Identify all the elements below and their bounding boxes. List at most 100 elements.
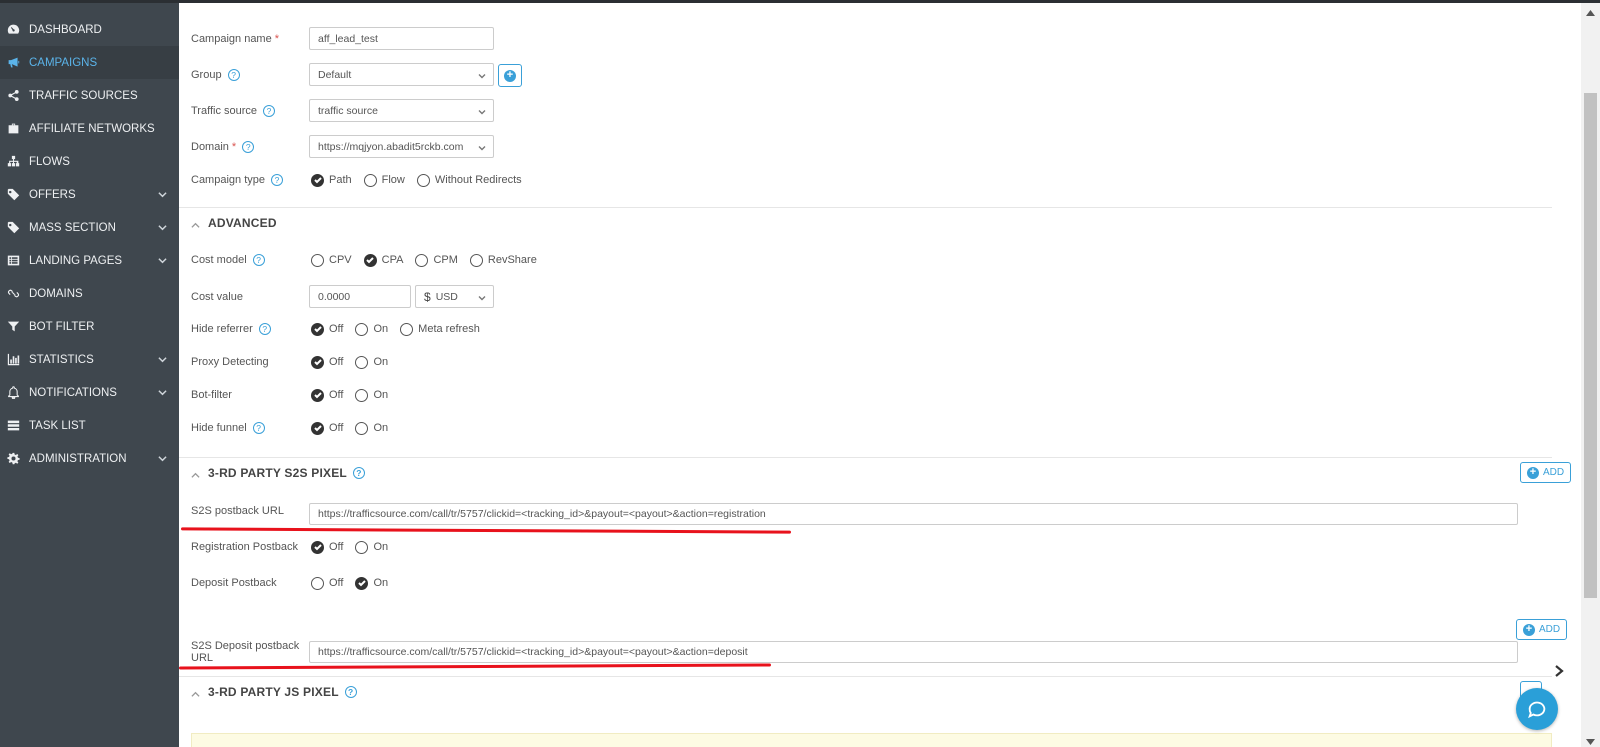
campaign-type-path[interactable]: Path — [311, 173, 352, 187]
chevron-down-icon — [158, 256, 167, 265]
cost-model-label: Cost model? — [191, 252, 265, 268]
plus-circle-icon: + — [504, 69, 516, 82]
sidebar-item-offers[interactable]: OFFERS — [0, 178, 179, 211]
hide-referrer-options: Off On Meta refresh — [311, 321, 492, 337]
js-pixel-section-header[interactable]: 3-RD PARTY JS PIXEL? — [191, 684, 357, 700]
registration-postback-off[interactable]: Off — [311, 540, 343, 554]
help-icon[interactable]: ? — [271, 174, 283, 186]
sidebar-item-traffic-sources[interactable]: TRAFFIC SOURCES — [0, 79, 179, 112]
chevron-down-icon — [158, 355, 167, 364]
scroll-down-icon[interactable] — [1586, 736, 1595, 745]
sidebar-item-notifications[interactable]: NOTIFICATIONS — [0, 376, 179, 409]
group-select[interactable]: Default — [309, 63, 494, 86]
cost-model-cpm[interactable]: CPM — [415, 253, 458, 267]
hide-funnel-options: Off On — [311, 420, 400, 436]
sidebar-item-landing-pages[interactable]: LANDING PAGES — [0, 244, 179, 277]
hide-referrer-meta-refresh[interactable]: Meta refresh — [400, 322, 480, 336]
hide-funnel-off[interactable]: Off — [311, 421, 343, 435]
sidebar-item-administration[interactable]: ADMINISTRATION — [0, 442, 179, 475]
deposit-postback-off[interactable]: Off — [311, 576, 343, 590]
help-icon[interactable]: ? — [227, 69, 240, 81]
cost-model-cpa[interactable]: CPA — [363, 253, 403, 267]
sidebar-item-bot-filter[interactable]: BOT FILTER — [0, 310, 179, 343]
s2s-postback-url-input[interactable]: https://trafficsource.com/call/tr/5757/c… — [309, 503, 1518, 525]
help-icon[interactable]: ? — [352, 467, 365, 479]
hide-referrer-on[interactable]: On — [355, 322, 388, 336]
sidebar-item-domains[interactable]: DOMAINS — [0, 277, 179, 310]
help-icon[interactable]: ? — [242, 141, 255, 153]
chevron-down-icon — [478, 107, 486, 115]
chevron-down-icon — [478, 293, 486, 301]
sidebar-item-task-list[interactable]: TASK LIST — [0, 409, 179, 442]
proxy-detecting-off[interactable]: Off — [311, 355, 343, 369]
sidebar-item-label: ADMINISTRATION — [29, 452, 127, 465]
chevron-right-icon[interactable] — [1553, 664, 1565, 678]
registration-postback-on[interactable]: On — [355, 540, 388, 554]
campaign-name-label: Campaign name * — [191, 33, 279, 45]
campaign-name-input[interactable]: aff_lead_test — [309, 27, 494, 50]
chevron-down-icon — [478, 143, 486, 151]
help-icon[interactable]: ? — [252, 422, 265, 434]
bar-chart-icon — [6, 353, 20, 367]
deposit-postback-label: Deposit Postback — [191, 577, 277, 589]
campaign-type-label: Campaign type? — [191, 172, 283, 188]
radio-icon — [415, 253, 429, 267]
bot-filter-off[interactable]: Off — [311, 388, 343, 402]
chevron-up-icon — [191, 469, 200, 478]
sidebar-item-statistics[interactable]: STATISTICS — [0, 343, 179, 376]
advanced-section-header[interactable]: ADVANCED — [191, 215, 277, 231]
traffic-source-select[interactable]: traffic source — [309, 99, 494, 122]
share-icon — [6, 89, 20, 103]
add-group-button[interactable]: + — [498, 64, 522, 87]
radio-icon — [363, 173, 377, 187]
traffic-source-label: Traffic source? — [191, 103, 276, 119]
sidebar-item-affiliate-networks[interactable]: AFFILIATE NETWORKS — [0, 112, 179, 145]
sidebar-item-flows[interactable]: FLOWS — [0, 145, 179, 178]
sidebar-item-label: STATISTICS — [29, 353, 94, 366]
radio-checked-icon — [311, 322, 324, 336]
cost-model-revshare[interactable]: RevShare — [469, 253, 537, 267]
list-icon — [6, 254, 20, 268]
scrollbar-thumb[interactable] — [1584, 93, 1597, 598]
sidebar-item-campaigns[interactable]: CAMPAIGNS — [0, 46, 179, 79]
hide-referrer-off[interactable]: Off — [311, 322, 343, 336]
radio-checked-icon — [311, 421, 324, 435]
sidebar-item-dashboard[interactable]: DASHBOARD — [0, 13, 179, 46]
campaign-type-without-redirects[interactable]: Without Redirects — [416, 173, 522, 187]
help-icon[interactable]: ? — [344, 686, 357, 698]
bot-filter-on[interactable]: On — [355, 388, 388, 402]
plus-circle-icon: + — [1523, 623, 1535, 636]
proxy-detecting-on[interactable]: On — [355, 355, 388, 369]
help-icon[interactable]: ? — [263, 105, 276, 117]
radio-icon — [355, 355, 369, 369]
s2s-pixel-section-header[interactable]: 3-RD PARTY S2S PIXEL? — [191, 465, 365, 481]
add-deposit-postback-button[interactable]: + ADD — [1516, 619, 1568, 640]
sidebar-item-mass-section[interactable]: MASS SECTION — [0, 211, 179, 244]
add-s2s-pixel-button[interactable]: + ADD — [1520, 462, 1572, 483]
cost-model-cpv[interactable]: CPV — [311, 253, 352, 267]
radio-icon — [355, 421, 369, 435]
group-label: Group? — [191, 67, 240, 83]
bell-icon — [6, 386, 20, 400]
cost-value-input[interactable]: 0.0000 — [309, 285, 411, 308]
sidebar-item-label: TRAFFIC SOURCES — [29, 89, 138, 102]
help-icon[interactable]: ? — [258, 323, 271, 335]
domain-select[interactable]: https://mqjyon.abadit5rckb.com — [309, 135, 494, 158]
scroll-up-icon[interactable] — [1586, 7, 1595, 16]
chat-bubble-icon[interactable] — [1516, 688, 1558, 730]
currency-select[interactable]: $ USD — [415, 285, 494, 308]
radio-icon — [355, 388, 369, 402]
deposit-postback-on[interactable]: On — [355, 576, 388, 590]
sidebar-item-label: DASHBOARD — [29, 23, 102, 36]
sidebar-item-label: BOT FILTER — [29, 320, 95, 333]
scrollbar[interactable] — [1581, 3, 1600, 747]
s2s-deposit-url-input[interactable]: https://trafficsource.com/call/tr/5757/c… — [309, 641, 1518, 663]
section-divider — [179, 676, 1552, 677]
radio-checked-icon — [311, 173, 324, 187]
chevron-up-icon — [191, 219, 200, 228]
help-icon[interactable]: ? — [252, 254, 265, 266]
campaign-form: Campaign name * aff_lead_test Group? Defa… — [178, 3, 1581, 747]
campaign-type-flow[interactable]: Flow — [363, 173, 405, 187]
bot-filter-label: Bot-filter — [191, 389, 232, 401]
hide-funnel-on[interactable]: On — [355, 421, 388, 435]
